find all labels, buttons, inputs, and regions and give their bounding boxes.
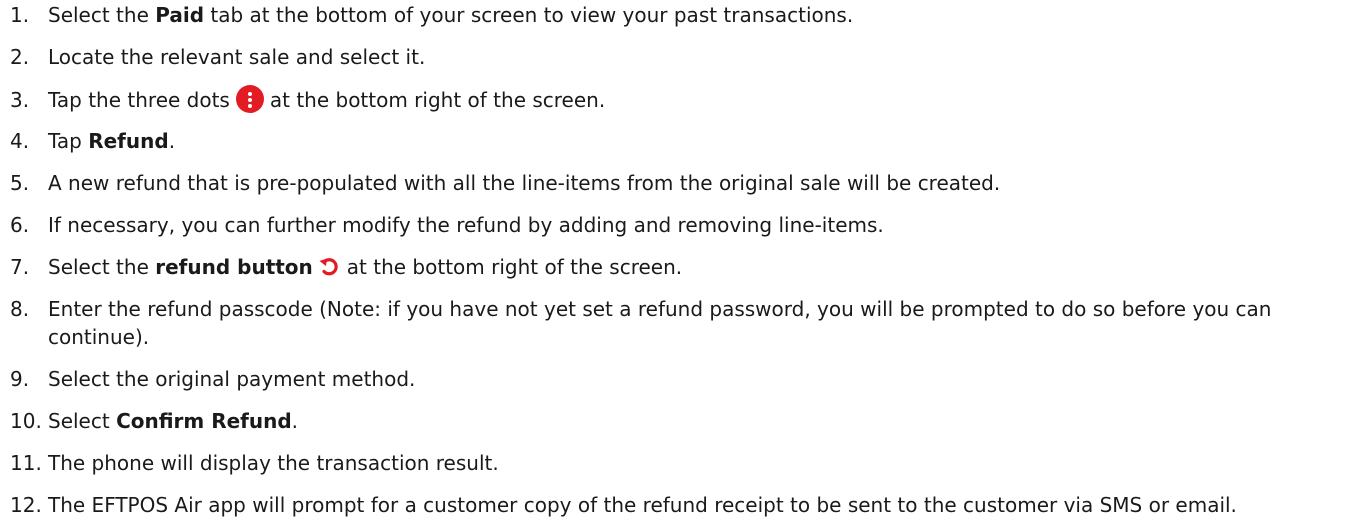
step-11: 11. The phone will display the transactio… [10, 451, 499, 475]
step-10: 10. Select Confirm Refund. [10, 409, 299, 433]
vertical-dots-icon [235, 85, 264, 113]
step-5: 5. A new refund that is pre-populated wit… [10, 171, 1001, 195]
step-1: 1. Select the Paid tab at the bottom of y… [10, 3, 854, 27]
instruction-list: 1. Select the Paid tab at the bottom of y… [0, 0, 1368, 531]
step-12: 12. The EFTPOS Air app will prompt for a … [10, 493, 1237, 517]
step-3: 3. Tap the three dots at the bottom right … [10, 85, 1360, 114]
step-6: 6. If necessary, you can further modify t… [10, 213, 884, 237]
step-8: 8. Enter the refund passcode (Note: if yo… [10, 297, 1272, 349]
step-4: 4. Tap Refund. [10, 129, 176, 153]
step-9: 9. Select the original payment method. [10, 367, 416, 391]
refund-arrow-icon [319, 258, 338, 276]
step-2: 2. Locate the relevant sale and select it… [10, 45, 426, 69]
step-7: 7. Select the refund button at the bottom … [10, 255, 683, 279]
